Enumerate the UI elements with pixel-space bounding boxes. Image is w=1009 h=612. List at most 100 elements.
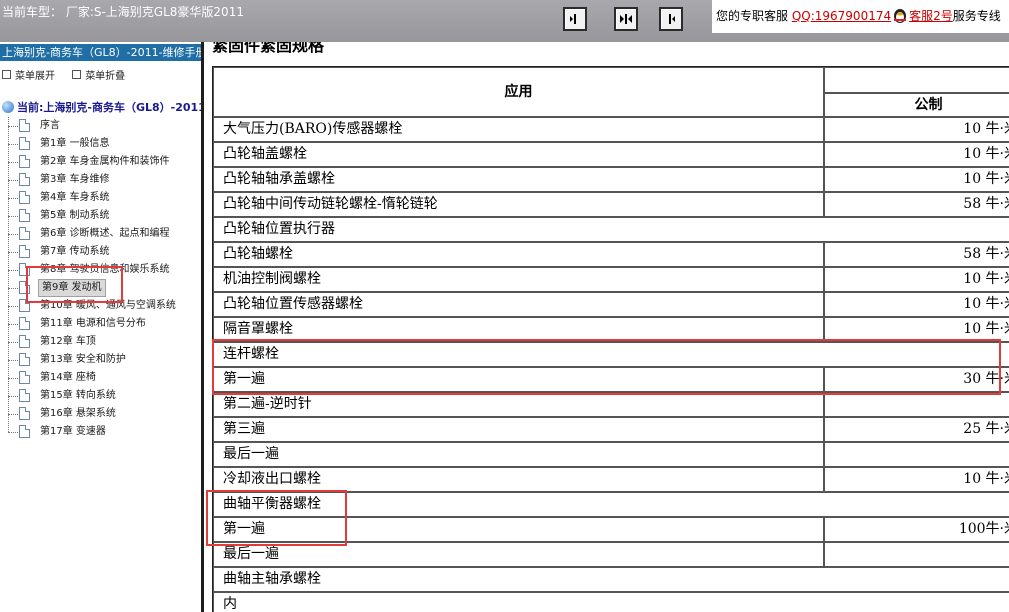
document-icon xyxy=(19,191,30,204)
table-cell-metric xyxy=(824,392,1009,417)
menu-expand-button[interactable]: 菜单展开 xyxy=(2,70,55,82)
toggle-frame-button[interactable] xyxy=(614,7,638,31)
document-icon xyxy=(19,227,30,240)
tree-branch-line xyxy=(8,270,18,271)
tree-root[interactable]: 当前:上海别克-商务车（GL8）-2011 xyxy=(2,99,201,115)
table-cell-metric: 58 牛·米 xyxy=(824,192,1009,217)
table-cell-application: 大气压力(BARO)传感器螺栓 xyxy=(213,117,824,142)
main-content: 紧固件紧固规格 应用公制大气压力(BARO)传感器螺栓10 牛·米凸轮轴盖螺栓1… xyxy=(204,42,1009,612)
column-header-metric: 公制 xyxy=(824,93,1009,117)
document-icon xyxy=(19,245,30,258)
table-row-section: 内 xyxy=(213,592,1009,612)
table-cell-metric: 10 牛·米 xyxy=(824,292,1009,317)
table-cell-metric: 25 牛·米 xyxy=(824,417,1009,442)
document-icon xyxy=(19,137,30,150)
tree-branch-line xyxy=(8,396,18,397)
sidebar-item-label: 第10章 暖风、通风与空调系统 xyxy=(40,300,176,311)
sidebar-item-label: 第8章 驾驶员信息和娱乐系统 xyxy=(40,264,170,275)
tree-branch-line xyxy=(8,378,18,379)
table-cell-metric xyxy=(824,442,1009,467)
collapse-box-icon xyxy=(72,70,82,79)
menu-collapse-button[interactable]: 菜单折叠 xyxy=(72,70,125,82)
table-cell-metric: 58 牛·米 xyxy=(824,242,1009,267)
document-icon xyxy=(19,407,30,420)
globe-icon xyxy=(2,101,14,113)
tree-branch-line xyxy=(8,360,18,361)
table-cell-metric: 10 牛·米 xyxy=(824,167,1009,192)
tree-guide-line xyxy=(8,117,9,432)
table-cell-application: 凸轮轴中间传动链轮螺栓-惰轮链轮 xyxy=(213,192,824,217)
table-cell-metric: 10 牛·米 xyxy=(824,267,1009,292)
sidebar-item-label: 第17章 变速器 xyxy=(40,426,106,437)
table-cell-metric: 10 牛·米 xyxy=(824,317,1009,342)
tree-branch-line xyxy=(8,198,18,199)
table-cell-application: 冷却液出口螺栓 xyxy=(213,467,824,492)
tree-branch-line xyxy=(8,324,18,325)
table-row-section: 连杆螺栓 xyxy=(213,342,1009,367)
table-row-section: 曲轴主轴承螺栓 xyxy=(213,567,1009,592)
qq-link[interactable]: QQ:1967900174 xyxy=(792,9,891,23)
tree-branch-line xyxy=(8,306,18,307)
sidebar-item-label: 第15章 转向系统 xyxy=(40,390,116,401)
table-cell-metric: 10 牛·米 xyxy=(824,142,1009,167)
arrow-right-icon xyxy=(669,14,675,24)
table-cell-application: 凸轮轴盖螺栓 xyxy=(213,142,824,167)
table-cell-application: 凸轮轴位置传感器螺栓 xyxy=(213,292,824,317)
document-icon xyxy=(19,353,30,366)
tree-branch-line xyxy=(8,432,18,433)
document-icon xyxy=(19,389,30,402)
table-cell-application: 隔音罩螺栓 xyxy=(213,317,824,342)
qq-penguin-icon xyxy=(891,4,909,23)
tree-branch-line xyxy=(8,144,18,145)
sidebar-item-label: 第6章 诊断概述、起点和编程 xyxy=(40,228,170,239)
support-suffix: 服务专线 xyxy=(952,9,1001,23)
sidebar-item-label: 第2章 车身金属构件和装饰件 xyxy=(40,156,170,167)
document-icon xyxy=(19,317,30,330)
sidebar-item-label: 第7章 传动系统 xyxy=(40,246,110,257)
column-header-group xyxy=(824,67,1009,93)
support-prefix: 您的专职客服 xyxy=(716,9,792,23)
menu-controls: 菜单展开 菜单折叠 xyxy=(2,67,139,82)
document-icon xyxy=(19,119,30,132)
sidebar-item-label: 序言 xyxy=(40,120,60,131)
current-model-title: 当前车型： 厂家:S-上海别克GL8豪华版2011 xyxy=(2,5,244,19)
support-info: 您的专职客服 QQ:1967900174 客服2号服务专线 xyxy=(712,0,1009,33)
document-icon xyxy=(19,281,30,294)
next-page-button[interactable] xyxy=(659,7,683,31)
document-icon xyxy=(19,173,30,186)
tree-branch-line xyxy=(8,180,18,181)
document-icon xyxy=(19,155,30,168)
table-cell-application: 第三遍 xyxy=(213,417,824,442)
agent-link[interactable]: 客服2号 xyxy=(909,9,953,23)
expand-box-icon xyxy=(2,70,11,79)
sidebar-item-label: 第5章 制动系统 xyxy=(40,210,110,221)
sidebar-item-label: 第13章 安全和防护 xyxy=(40,354,126,365)
table-cell-metric: 30 牛·米 xyxy=(824,367,1009,392)
table-cell-metric: 100牛·米 xyxy=(824,517,1009,542)
tree-branch-line xyxy=(8,288,18,289)
table-cell-application: 最后一遍 xyxy=(213,542,824,567)
page-heading: 紧固件紧固规格 xyxy=(212,42,325,55)
table-cell-application: 第一遍 xyxy=(213,367,824,392)
table-row-section: 凸轮轴位置执行器 xyxy=(213,217,1009,242)
table-cell-metric: 10 牛·米 xyxy=(824,467,1009,492)
sidebar-car-title: 上海别克-商务车（GL8）-2011-维修手册 xyxy=(0,44,201,61)
tree-branch-line xyxy=(8,414,18,415)
document-icon xyxy=(19,335,30,348)
document-icon xyxy=(19,371,30,384)
tree-branch-line xyxy=(8,162,18,163)
table-cell-metric xyxy=(824,542,1009,567)
table-cell-application: 第二遍-逆时针 xyxy=(213,392,824,417)
sidebar-item-label: 第4章 车身系统 xyxy=(40,192,110,203)
top-bar: 当前车型： 厂家:S-上海别克GL8豪华版2011 您的专职客服 QQ:1967… xyxy=(0,0,1009,42)
table-cell-application: 凸轮轴轴承盖螺栓 xyxy=(213,167,824,192)
tree-root-label: 当前:上海别克-商务车（GL8）-2011 xyxy=(17,101,201,114)
document-icon xyxy=(19,263,30,276)
table-cell-application: 第一遍 xyxy=(213,517,824,542)
prev-page-button[interactable] xyxy=(563,7,587,31)
column-header-application: 应用 xyxy=(213,67,824,117)
tree-branch-line xyxy=(8,216,18,217)
table-cell-application: 机油控制阀螺栓 xyxy=(213,267,824,292)
sidebar: 上海别克-商务车（GL8）-2011-维修手册 菜单展开 菜单折叠 当前:上海别… xyxy=(0,42,201,612)
table-cell-application: 最后一遍 xyxy=(213,442,824,467)
